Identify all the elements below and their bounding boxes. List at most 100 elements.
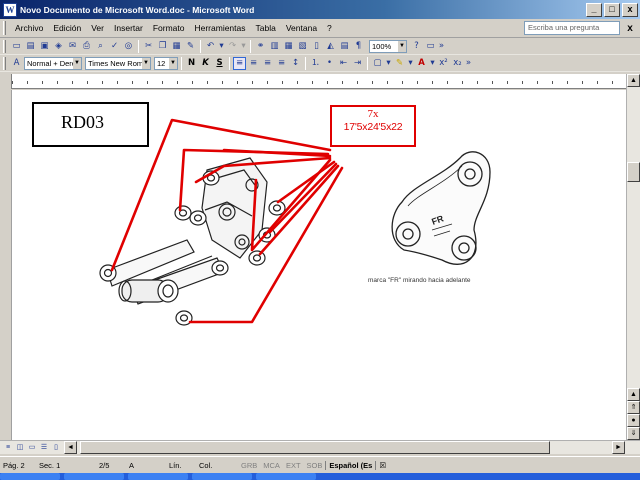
undo-icon[interactable]: ↶ — [204, 40, 217, 53]
previous-page-button[interactable]: ⇑ — [627, 401, 640, 414]
menu-edicion[interactable]: Edición — [48, 23, 86, 33]
menu-help[interactable]: ? — [322, 23, 337, 33]
print-icon[interactable]: ⎙ — [80, 40, 93, 53]
style-select[interactable]: Normal + Derec ▼ — [24, 56, 82, 70]
scroll-right-button[interactable]: ► — [612, 441, 625, 454]
horizontal-scroll-thumb[interactable] — [80, 441, 550, 454]
align-left-icon[interactable]: ≡ — [233, 56, 246, 70]
document-close-icon[interactable]: x — [624, 23, 636, 34]
save-icon[interactable]: ▣ — [38, 40, 51, 53]
horizontal-scrollbar[interactable]: ≡ ◫ ▭ ☰ ▯ ◄ ► — [0, 440, 640, 454]
font-color-icon[interactable]: A — [415, 57, 428, 70]
help-icon[interactable]: ? — [410, 40, 423, 53]
styles-formatting-icon[interactable]: A — [10, 57, 23, 70]
insert-table-icon[interactable]: ▦ — [282, 40, 295, 53]
browse-object-button[interactable]: ● — [627, 414, 640, 427]
scroll-left-button[interactable]: ◄ — [64, 441, 77, 454]
status-extend[interactable]: EXT — [283, 461, 304, 470]
status-record-macro[interactable]: GRB — [238, 461, 260, 470]
toolbar-grip[interactable] — [3, 56, 6, 70]
highlight-dropdown-icon[interactable]: ▾ — [407, 57, 414, 70]
close-button[interactable]: x — [622, 2, 638, 17]
align-center-icon[interactable]: ≡ — [247, 57, 260, 70]
font-color-dropdown-icon[interactable]: ▾ — [429, 57, 436, 70]
toolbar-grip[interactable] — [3, 39, 6, 53]
menu-ver[interactable]: Ver — [86, 23, 109, 33]
bullets-icon[interactable]: • — [323, 57, 336, 70]
font-size-select[interactable]: 12 ▼ — [154, 56, 178, 70]
vertical-ruler[interactable] — [0, 90, 12, 440]
ask-question-input[interactable]: Escriba una pregunta — [524, 21, 620, 35]
chevron-down-icon[interactable]: ▼ — [398, 40, 406, 52]
taskbar-button[interactable] — [64, 473, 124, 480]
copy-icon[interactable]: ❐ — [156, 40, 169, 53]
taskbar-button[interactable] — [0, 473, 60, 480]
zoom-select[interactable]: 100% ▼ — [369, 39, 407, 53]
justify-icon[interactable]: ≡ — [275, 57, 288, 70]
research-icon[interactable]: ◎ — [122, 40, 135, 53]
columns-icon[interactable]: ▯ — [310, 40, 323, 53]
show-hide-icon[interactable]: ¶ — [352, 40, 365, 53]
menu-herramientas[interactable]: Herramientas — [189, 23, 250, 33]
undo-dropdown-icon[interactable]: ▾ — [218, 40, 225, 53]
redo-icon[interactable]: ↷ — [226, 40, 239, 53]
drawing-icon[interactable]: ◭ — [324, 40, 337, 53]
decrease-indent-icon[interactable]: ⇤ — [337, 57, 350, 70]
borders-dropdown-icon[interactable]: ▾ — [385, 57, 392, 70]
increase-indent-icon[interactable]: ⇥ — [351, 57, 364, 70]
taskbar-button[interactable] — [128, 473, 188, 480]
underline-button[interactable]: S — [213, 57, 226, 70]
cut-icon[interactable]: ✂ — [142, 40, 155, 53]
numbering-icon[interactable]: ⒈ — [309, 57, 322, 70]
align-right-icon[interactable]: ≡ — [261, 57, 274, 70]
document-page[interactable]: FR RD03 7x 17'5x24'5x22 marca "FR" miran… — [12, 90, 626, 440]
next-page-button[interactable]: ⇓ — [627, 427, 640, 440]
vertical-scroll-thumb[interactable] — [627, 162, 640, 182]
print-preview-icon[interactable]: ⌕ — [94, 40, 107, 53]
italic-button[interactable]: K — [199, 57, 212, 70]
taskbar-button[interactable] — [192, 473, 252, 480]
menu-tabla[interactable]: Tabla — [251, 23, 281, 33]
scroll-up-button[interactable]: ▲ — [627, 388, 640, 401]
line-spacing-icon[interactable]: ↕ — [289, 57, 302, 70]
font-select[interactable]: Times New Roman ▼ — [85, 56, 151, 70]
paste-icon[interactable]: ▦ — [170, 40, 183, 53]
normal-view-icon[interactable]: ≡ — [2, 442, 14, 453]
permission-icon[interactable]: ◈ — [52, 40, 65, 53]
document-map-icon[interactable]: ▤ — [338, 40, 351, 53]
taskbar-button[interactable] — [256, 473, 316, 480]
minimize-button[interactable]: _ — [586, 2, 602, 17]
menu-archivo[interactable]: Archivo — [10, 23, 48, 33]
web-layout-icon[interactable]: ◫ — [14, 442, 26, 453]
print-layout-icon[interactable]: ▭ — [26, 442, 38, 453]
new-document-icon[interactable]: ▭ — [10, 40, 23, 53]
borders-icon[interactable]: ▢ — [371, 57, 384, 70]
highlight-icon[interactable]: ✎ — [393, 57, 406, 70]
subscript-icon[interactable]: x₂ — [451, 57, 464, 70]
chevron-down-icon[interactable]: ▼ — [73, 57, 81, 69]
word-app-icon[interactable]: W — [3, 2, 17, 17]
scroll-up-button[interactable]: ▲ — [627, 74, 640, 87]
menu-formato[interactable]: Formato — [148, 23, 190, 33]
horizontal-ruler[interactable] — [12, 74, 626, 89]
read-mode-icon[interactable]: ▭ — [424, 40, 437, 53]
menu-ventana[interactable]: Ventana — [281, 23, 322, 33]
insert-excel-icon[interactable]: ▧ — [296, 40, 309, 53]
toolbar-options-icon[interactable]: » — [465, 57, 472, 70]
menu-grip[interactable] — [3, 21, 6, 35]
outline-view-icon[interactable]: ☰ — [38, 442, 50, 453]
email-icon[interactable]: ✉ — [66, 40, 79, 53]
bold-button[interactable]: N — [185, 57, 198, 70]
vertical-scrollbar[interactable]: ▲ ▲ ⇑ ● ⇓ — [626, 74, 640, 440]
status-track-changes[interactable]: MCA — [260, 461, 283, 470]
format-painter-icon[interactable]: ✎ — [184, 40, 197, 53]
title-bar[interactable]: W Novo Documento de Microsoft Word.doc -… — [0, 0, 640, 19]
status-language[interactable]: Español (Es — [325, 460, 377, 470]
menu-insertar[interactable]: Insertar — [109, 23, 148, 33]
maximize-button[interactable]: □ — [604, 2, 620, 17]
status-overtype[interactable]: SOB — [304, 461, 326, 470]
reading-layout-icon[interactable]: ▯ — [50, 442, 62, 453]
redo-dropdown-icon[interactable]: ▾ — [240, 40, 247, 53]
open-folder-icon[interactable]: ▤ — [24, 40, 37, 53]
ruler-corner-tab-selector[interactable] — [0, 74, 12, 89]
